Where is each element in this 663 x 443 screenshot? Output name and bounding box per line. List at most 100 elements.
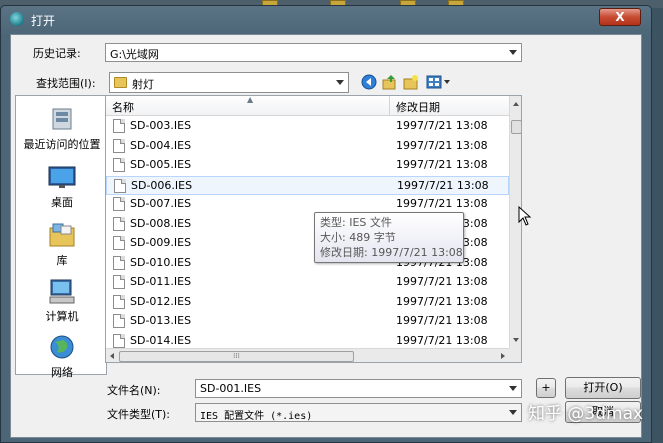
file-name: SD-006.IES — [131, 178, 193, 192]
filename-value: SD-001.IES — [200, 382, 262, 395]
tooltip-type: 类型: IES 文件 — [320, 216, 392, 229]
close-button[interactable]: X — [599, 8, 641, 26]
file-row[interactable]: SD-006.IES 1997/7/21 13:08 — [106, 175, 509, 195]
file-row[interactable]: SD-005.IES 1997/7/21 13:08 — [106, 156, 509, 175]
file-row[interactable]: SD-011.IES 1997/7/21 13:08 — [106, 273, 509, 292]
file-date: 1997/7/21 13:08 — [396, 314, 488, 327]
column-date[interactable]: 修改日期 — [396, 99, 440, 115]
filename-label: 文件名(N): — [107, 384, 161, 397]
ies-file-icon — [113, 294, 125, 309]
file-row[interactable]: SD-012.IES 1997/7/21 13:08 — [106, 293, 509, 312]
network-icon — [47, 334, 77, 362]
up-folder-icon — [382, 75, 396, 90]
watermark: 知乎 @3dmax — [528, 404, 644, 424]
ies-file-icon — [113, 158, 125, 172]
scroll-left-icon[interactable] — [110, 353, 114, 359]
file-date: 1997/7/21 13:08 — [396, 197, 488, 210]
back-button[interactable] — [360, 73, 378, 91]
folder-icon — [114, 77, 127, 88]
place-network[interactable]: 网络 — [16, 334, 108, 380]
filename-input[interactable]: SD-001.IES — [195, 379, 522, 398]
look-in-label: 查找范围(I): — [36, 77, 96, 90]
scroll-right-icon[interactable] — [501, 353, 505, 359]
file-name: SD-011.IES — [130, 275, 192, 288]
view-menu-button[interactable] — [425, 73, 451, 91]
filetype-label: 文件类型(T): — [107, 408, 171, 421]
file-name: SD-014.IES — [130, 333, 192, 347]
file-date: 1997/7/21 13:08 — [396, 333, 488, 347]
ies-file-icon — [113, 138, 125, 153]
chevron-down-icon[interactable] — [336, 80, 344, 85]
back-arrow-icon — [361, 74, 377, 90]
place-recent-label: 最近访问的位置 — [23, 138, 101, 151]
filetype-select[interactable]: IES 配置文件 (*.ies) — [195, 403, 522, 422]
ies-file-icon — [113, 275, 125, 289]
view-grid-icon — [426, 75, 450, 89]
add-button[interactable]: + — [536, 378, 556, 398]
up-folder-button[interactable] — [381, 73, 399, 91]
sort-ascending-icon: ▲ — [247, 95, 254, 104]
vertical-scroll-thumb[interactable] — [511, 120, 521, 134]
file-name: SD-005.IES — [130, 158, 192, 171]
place-computer[interactable]: 计算机 — [16, 278, 108, 324]
tooltip-size: 大小: 489 字节 — [320, 231, 396, 244]
open-button[interactable]: 打开(O) — [565, 377, 641, 399]
place-recent[interactable]: 最近访问的位置 — [16, 106, 108, 152]
file-name: SD-004.IES — [130, 138, 192, 152]
scrollbar-corner — [509, 348, 521, 362]
file-date: 1997/7/21 13:08 — [396, 119, 488, 132]
places-bar: 最近访问的位置 桌面 库 计算机 网络 — [15, 95, 108, 379]
computer-icon — [47, 278, 77, 306]
recent-places-icon — [47, 106, 77, 134]
file-row[interactable]: SD-013.IES 1997/7/21 13:08 — [106, 312, 509, 331]
chevron-down-icon[interactable] — [509, 410, 517, 415]
file-name: SD-010.IES — [130, 255, 192, 269]
filetype-value: IES 配置文件 (*.ies) — [200, 411, 313, 422]
tooltip-modified: 修改日期: 1997/7/21 13:08 — [320, 246, 463, 259]
horizontal-scrollbar[interactable]: ⁞⁞⁞ — [106, 348, 509, 362]
file-row[interactable]: SD-004.IES 1997/7/21 13:08 — [106, 137, 509, 156]
file-date: 1997/7/21 13:08 — [396, 275, 488, 288]
file-date: 1997/7/21 13:08 — [396, 294, 488, 308]
title-bar[interactable]: 打开 X — [1, 6, 651, 32]
column-name[interactable]: 名称 — [112, 99, 134, 115]
column-divider[interactable] — [389, 96, 390, 116]
place-libraries[interactable]: 库 — [16, 222, 108, 268]
look-in-combo[interactable]: 射灯 — [109, 72, 349, 93]
place-desktop[interactable]: 桌面 — [16, 164, 108, 210]
scroll-up-icon[interactable] — [513, 102, 519, 106]
desktop-icon — [47, 164, 77, 192]
dialog-client-area: 历史记录: G:\光域网 查找范围(I): 射灯 最近访问的位置 桌面 库 计算… — [10, 34, 642, 438]
new-folder-icon — [403, 75, 418, 90]
ies-file-icon — [113, 119, 125, 133]
file-tooltip: 类型: IES 文件 大小: 489 字节 修改日期: 1997/7/21 13… — [314, 212, 464, 263]
ies-file-icon — [113, 216, 125, 231]
scroll-down-icon[interactable] — [513, 338, 519, 342]
file-name: SD-012.IES — [130, 294, 192, 308]
file-name: SD-003.IES — [130, 119, 192, 132]
file-name: SD-009.IES — [130, 236, 192, 249]
libraries-icon — [47, 222, 77, 250]
app-logo-icon — [10, 12, 24, 26]
look-in-value: 射灯 — [132, 78, 154, 91]
place-desktop-label: 桌面 — [51, 196, 73, 209]
ies-file-icon — [113, 333, 125, 348]
history-combo[interactable]: G:\光域网 — [105, 43, 522, 62]
file-row[interactable]: SD-003.IES 1997/7/21 13:08 — [106, 117, 509, 136]
file-name: SD-013.IES — [130, 314, 192, 327]
horizontal-scroll-thumb[interactable]: ⁞⁞⁞ — [119, 351, 354, 362]
file-date: 1997/7/21 13:08 — [397, 178, 489, 192]
history-label: 历史记录: — [33, 47, 81, 60]
file-name: SD-008.IES — [130, 216, 192, 230]
history-value: G:\光域网 — [110, 48, 159, 61]
ies-file-icon — [113, 197, 125, 211]
new-folder-button[interactable] — [402, 73, 420, 91]
chevron-down-icon[interactable] — [509, 386, 517, 391]
open-dialog: 打开 X 历史记录: G:\光域网 查找范围(I): 射灯 最近访问的位置 桌面… — [0, 5, 652, 443]
ies-file-icon — [113, 255, 125, 270]
ies-file-icon — [114, 178, 126, 193]
place-network-label: 网络 — [51, 366, 73, 379]
window-title: 打开 — [31, 14, 56, 28]
chevron-down-icon[interactable] — [509, 50, 517, 55]
place-libraries-label: 库 — [56, 254, 68, 267]
